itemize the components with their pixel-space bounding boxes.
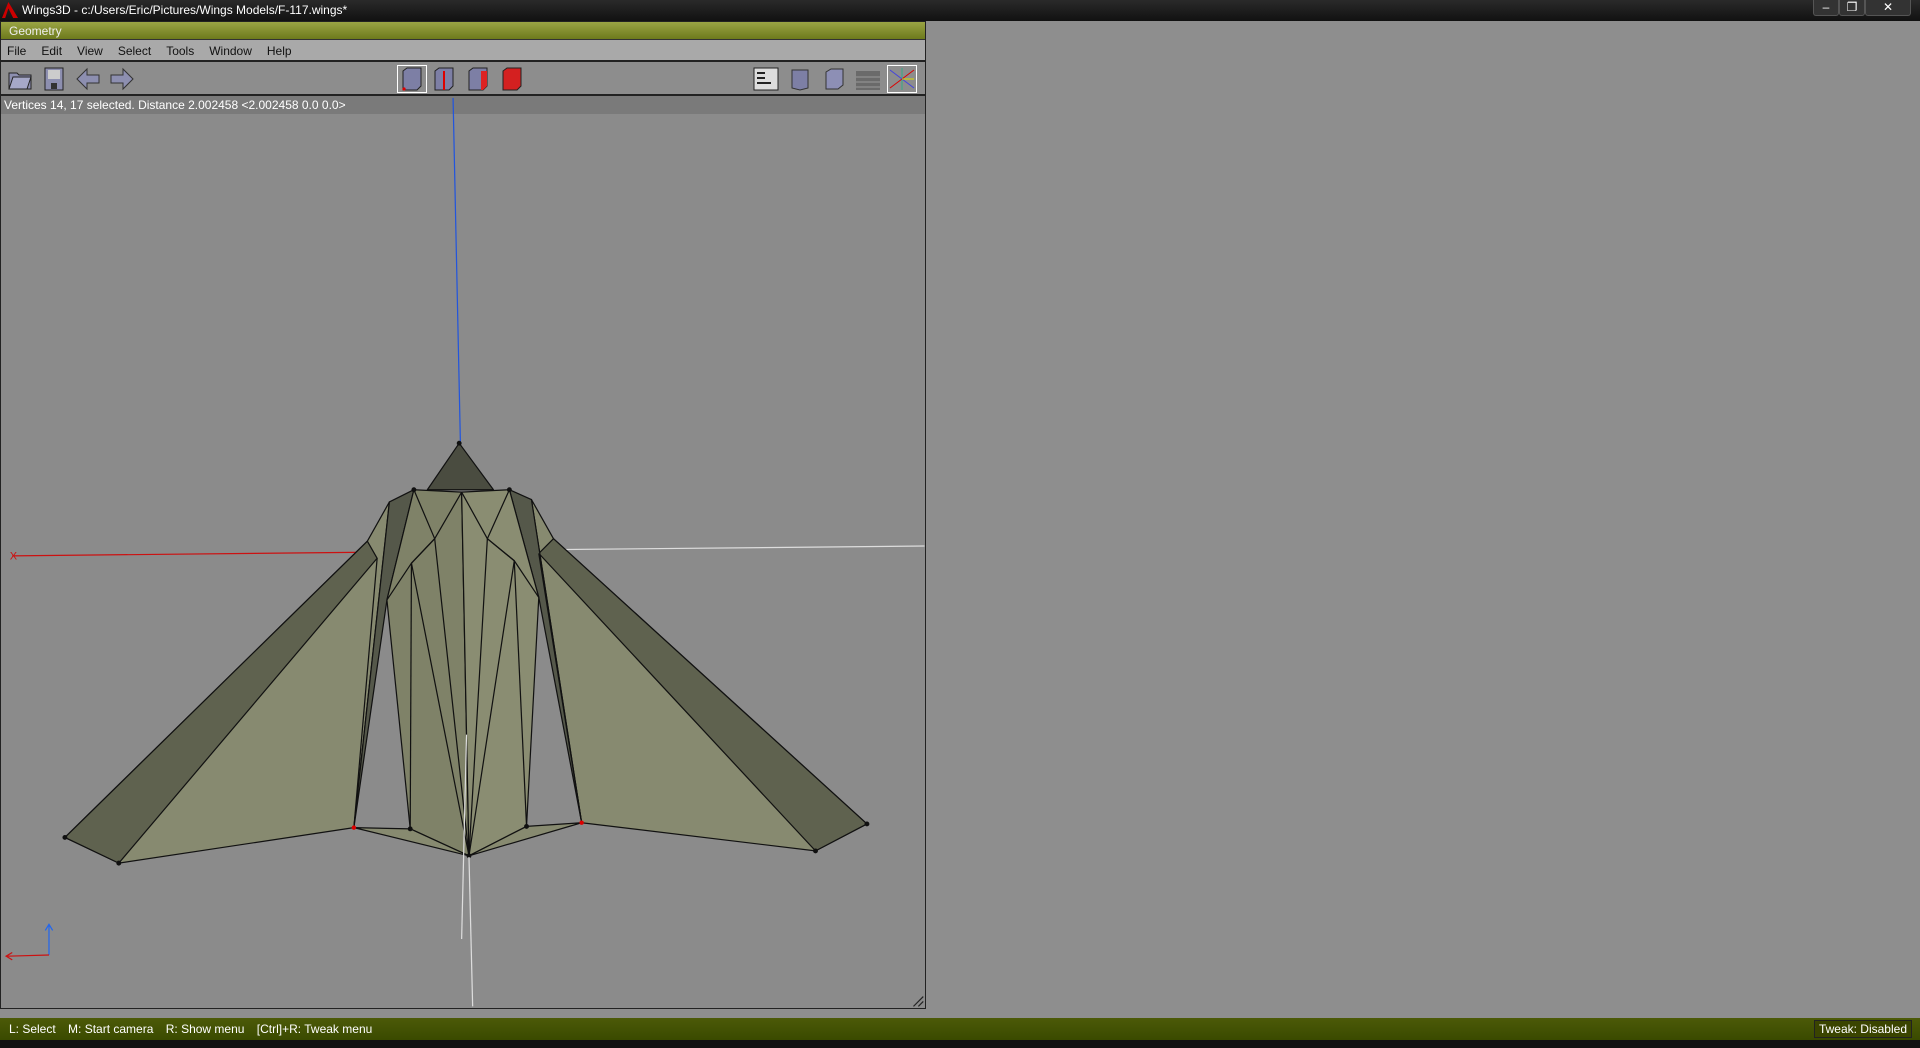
geometry-window-title[interactable]: Geometry — [1, 22, 925, 40]
menu-edit[interactable]: Edit — [35, 40, 71, 60]
menu-tools[interactable]: Tools — [160, 40, 203, 60]
menu-select[interactable]: Select — [112, 40, 160, 60]
status-bar: L: Select M: Start camera R: Show menu [… — [0, 1018, 1920, 1040]
window-titlebar: Wings3D - c:/Users/Eric/Pictures/Wings M… — [0, 0, 1920, 21]
geometry-window: Geometry File Edit View Select Tools Win… — [0, 21, 926, 1009]
undo-arrow-icon[interactable] — [75, 67, 101, 91]
window-title: Wings3D - c:/Users/Eric/Pictures/Wings M… — [22, 3, 348, 17]
flat-shaded-icon[interactable] — [821, 67, 847, 91]
ground-plane-icon[interactable] — [855, 67, 881, 91]
close-button[interactable]: ✕ — [1865, 0, 1911, 16]
hint-right-click: R: Show menu — [165, 1022, 245, 1036]
menu-bar: File Edit View Select Tools Window Help — [1, 40, 925, 62]
hint-left-click: L: Select — [9, 1022, 56, 1036]
hint-middle-click: M: Start camera — [68, 1022, 154, 1036]
toolbar — [1, 62, 925, 96]
hint-ctrl-right-click: [Ctrl]+R: Tweak menu — [256, 1022, 373, 1036]
save-icon[interactable] — [41, 67, 67, 91]
redo-arrow-icon[interactable] — [109, 67, 135, 91]
body-select-mode-icon[interactable] — [499, 67, 525, 91]
outliner-icon[interactable] — [753, 67, 779, 91]
tweak-status[interactable]: Tweak: Disabled — [1813, 1020, 1912, 1038]
open-icon[interactable] — [7, 67, 33, 91]
selection-info: Vertices 14, 17 selected. Distance 2.002… — [1, 96, 925, 114]
minimize-button[interactable]: – — [1813, 0, 1839, 16]
menu-window[interactable]: Window — [203, 40, 261, 60]
edge-select-mode-icon[interactable] — [431, 67, 457, 91]
show-axes-icon[interactable] — [887, 65, 917, 93]
restore-button[interactable]: ❐ — [1839, 0, 1865, 16]
taskbar — [0, 1040, 1920, 1048]
menu-file[interactable]: File — [1, 40, 35, 60]
wings3d-app-icon — [2, 2, 18, 18]
face-select-mode-icon[interactable] — [465, 67, 491, 91]
vertex-select-mode-icon[interactable] — [397, 65, 427, 93]
menu-help[interactable]: Help — [261, 40, 301, 60]
smooth-shaded-icon[interactable] — [787, 67, 813, 91]
menu-view[interactable]: View — [71, 40, 112, 60]
